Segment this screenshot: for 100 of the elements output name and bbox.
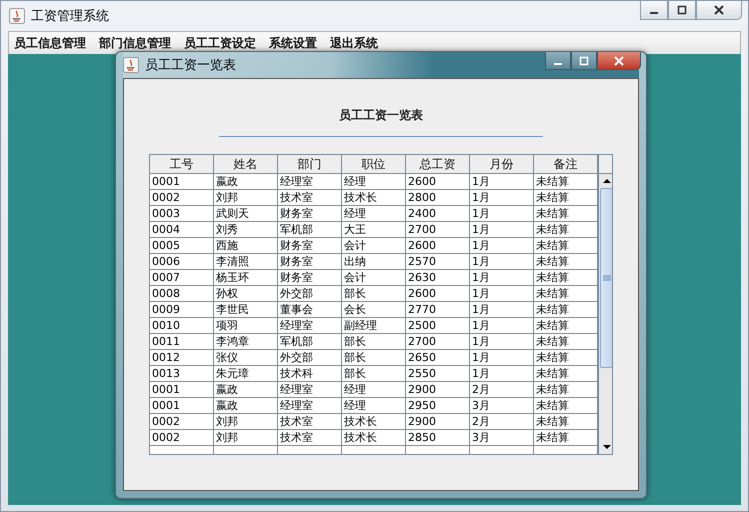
table-cell: 2850 (406, 430, 470, 446)
minimize-icon (554, 62, 562, 64)
menu-item[interactable]: 员工信息管理 (14, 34, 86, 52)
table-cell: 技术长 (342, 190, 406, 206)
table-cell: 会计 (342, 270, 406, 286)
table-cell: 0011 (150, 334, 214, 350)
maximize-icon (677, 5, 687, 15)
table-cell: 0001 (150, 174, 214, 190)
table-cell: 0001 (150, 398, 214, 414)
table-cell: 2500 (406, 318, 470, 334)
minimize-button[interactable] (545, 52, 571, 70)
table-cell: 嬴政 (214, 382, 278, 398)
table-cell: 外交部 (278, 350, 342, 366)
table-cell: 经理 (342, 382, 406, 398)
table-cell: 0001 (150, 382, 214, 398)
table-cell: 2600 (406, 286, 470, 302)
table-cell: 经理 (342, 206, 406, 222)
table-cell: 0002 (150, 430, 214, 446)
table-cell: 经理室 (278, 174, 342, 190)
table-heading: 员工工资一览表 (339, 107, 423, 124)
table-cell: 2630 (406, 270, 470, 286)
table-cell: 3月 (470, 398, 534, 414)
minimize-button[interactable] (640, 1, 668, 20)
close-icon (713, 5, 725, 15)
table-cell: 1月 (470, 174, 534, 190)
menu-item[interactable]: 员工工资设定 (184, 34, 256, 52)
table-cell: 0009 (150, 302, 214, 318)
table-cell: 1月 (470, 318, 534, 334)
table-cell: 2600 (406, 174, 470, 190)
table-cell: 1月 (470, 222, 534, 238)
table-cell: 1月 (470, 190, 534, 206)
maximize-button[interactable] (668, 1, 696, 20)
table-cell: 2700 (406, 334, 470, 350)
menu-item[interactable]: 部门信息管理 (99, 34, 171, 52)
table-cell: 部长 (342, 366, 406, 382)
scroll-thumb[interactable] (600, 188, 612, 368)
table-cell: 2700 (406, 222, 470, 238)
table-cell: 董事会 (278, 302, 342, 318)
table-cell: 技术科 (278, 366, 342, 382)
table-cell: 武则天 (214, 206, 278, 222)
window-title: 工资管理系统 (31, 8, 109, 25)
table-cell: 军机部 (278, 222, 342, 238)
table-cell: 财务室 (278, 206, 342, 222)
table-cell: 0008 (150, 286, 214, 302)
menu-item[interactable]: 系统设置 (269, 34, 317, 52)
table-cell: 嬴政 (214, 174, 278, 190)
table-cell: 2800 (406, 190, 470, 206)
menu-item[interactable]: 退出系统 (330, 34, 378, 52)
table-cell: 经理 (342, 398, 406, 414)
table-cell: 经理室 (278, 382, 342, 398)
table-cell: 项羽 (214, 318, 278, 334)
table-cell: 部长 (342, 334, 406, 350)
table-cell: 2570 (406, 254, 470, 270)
table-cell: 技术室 (278, 190, 342, 206)
table-cell: 0004 (150, 222, 214, 238)
table-cell: 2770 (406, 302, 470, 318)
table-cell: 刘邦 (214, 414, 278, 430)
table-cell: 朱元璋 (214, 366, 278, 382)
table-cell: 张仪 (214, 350, 278, 366)
maximize-button[interactable] (571, 52, 597, 70)
table-cell: 0012 (150, 350, 214, 366)
table-cell: 会计 (342, 238, 406, 254)
table-cell: 刘邦 (214, 430, 278, 446)
table-cell: 2900 (406, 382, 470, 398)
table-cell: 财务室 (278, 238, 342, 254)
table-cell: 1月 (470, 270, 534, 286)
table-cell: 2400 (406, 206, 470, 222)
close-button[interactable] (696, 1, 742, 20)
table-cell: 财务室 (278, 254, 342, 270)
table-cell: 2月 (470, 382, 534, 398)
table-cell: 技术室 (278, 430, 342, 446)
table-cell: 0013 (150, 366, 214, 382)
table-cell: 技术长 (342, 430, 406, 446)
table-cell: 杨玉环 (214, 270, 278, 286)
table-cell: 1月 (470, 254, 534, 270)
table-cell: 0003 (150, 206, 214, 222)
table-cell: 李鸿章 (214, 334, 278, 350)
scrollbar[interactable] (598, 155, 612, 454)
table-cell: 2550 (406, 366, 470, 382)
table-cell: 部长 (342, 286, 406, 302)
window-title: 员工工资一览表 (145, 57, 236, 74)
table-cell: 经理室 (278, 398, 342, 414)
table-cell: 1月 (470, 350, 534, 366)
table-cell: 经理室 (278, 318, 342, 334)
table-cell: 3月 (470, 430, 534, 446)
close-button[interactable] (597, 52, 641, 70)
table-cell: 0002 (150, 414, 214, 430)
table-cell: 刘秀 (214, 222, 278, 238)
maximize-icon (579, 56, 589, 66)
table-cell: 技术长 (342, 414, 406, 430)
table-cell: 2950 (406, 398, 470, 414)
table-cell: 2650 (406, 350, 470, 366)
table-cell: 李清照 (214, 254, 278, 270)
table-cell: 2900 (406, 414, 470, 430)
table-cell: 李世民 (214, 302, 278, 318)
table-cell: 1月 (470, 366, 534, 382)
table-cell: 1月 (470, 334, 534, 350)
table-cell: 0006 (150, 254, 214, 270)
table-cell: 副经理 (342, 318, 406, 334)
table-cell: 技术室 (278, 414, 342, 430)
